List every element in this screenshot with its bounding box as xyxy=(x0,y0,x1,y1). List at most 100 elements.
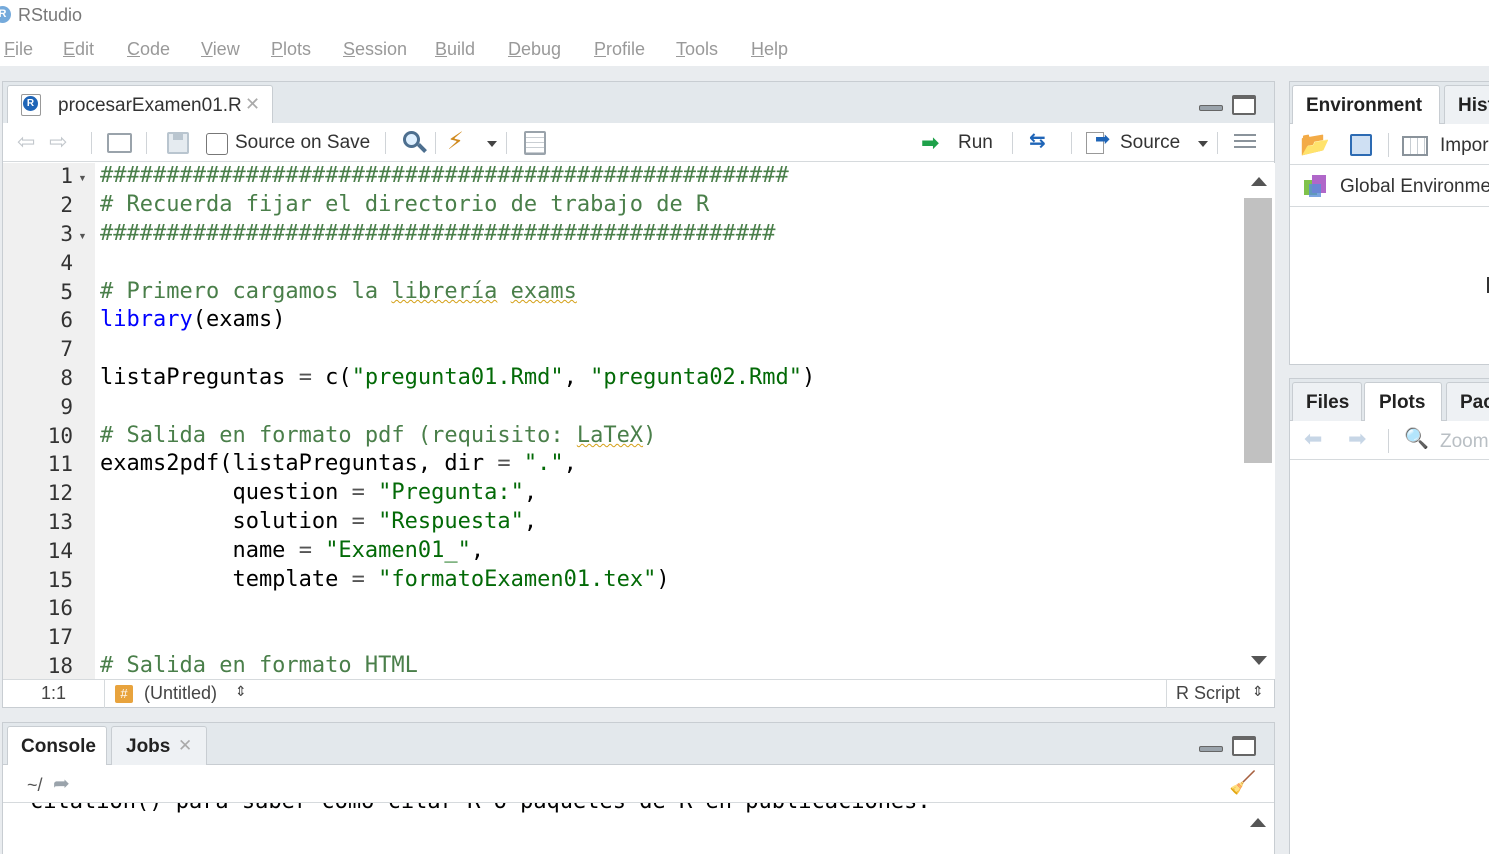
files-plots-pane: Files Plots Pac ⬅ ➡ 🔍 Zoom xyxy=(1289,378,1489,854)
line-number: 18 xyxy=(47,654,73,678)
updown-icon[interactable]: ⇕ xyxy=(1252,683,1264,700)
go-to-directory-icon[interactable]: ➦ xyxy=(53,771,70,796)
compile-report-icon[interactable] xyxy=(524,131,546,155)
environment-scope-selector[interactable]: Global Environme xyxy=(1340,176,1489,198)
tab-procesarexamen01[interactable]: R procesarExamen01.R ✕ xyxy=(7,85,273,124)
zoom-button[interactable]: Zoom xyxy=(1440,431,1489,453)
line-number: 6 xyxy=(60,308,73,332)
menu-help[interactable]: Help xyxy=(751,39,788,60)
save-icon[interactable] xyxy=(167,132,189,154)
editor-status-bar: 1:1 # (Untitled) ⇕ R Script ⇕ xyxy=(3,679,1274,708)
menu-debug[interactable]: Debug xyxy=(508,39,561,60)
line-number: 14 xyxy=(47,539,73,563)
minimize-pane-button[interactable] xyxy=(1199,746,1223,752)
save-workspace-icon[interactable] xyxy=(1350,134,1372,156)
back-arrow-icon[interactable]: ⇦ xyxy=(17,129,35,155)
previous-plot-arrow-icon[interactable]: ⬅ xyxy=(1304,426,1322,452)
document-outline-icon[interactable] xyxy=(1234,134,1256,150)
tab-label: Files xyxy=(1306,392,1350,413)
show-in-window-icon[interactable] xyxy=(107,133,132,153)
line-number: 11 xyxy=(47,452,73,476)
tab-jobs[interactable]: Jobs ✕ xyxy=(111,726,207,765)
line-number: 8 xyxy=(60,366,73,390)
code-line: solution = "Respuesta", xyxy=(100,509,538,534)
menu-build[interactable]: Build xyxy=(435,39,475,60)
forward-arrow-icon[interactable]: ⇨ xyxy=(49,129,67,155)
tab-label: Plots xyxy=(1379,392,1426,413)
menu-plots[interactable]: Plots xyxy=(271,39,311,60)
environment-cube-icon xyxy=(1304,175,1326,197)
tab-label: Environment xyxy=(1306,95,1423,116)
line-number: 17 xyxy=(47,625,73,649)
rerun-icon[interactable]: ⇆ xyxy=(1029,128,1046,153)
magic-wand-icon[interactable]: ⚡ xyxy=(447,127,464,156)
run-button[interactable]: Run xyxy=(958,132,993,154)
code-line: ########################################… xyxy=(100,163,789,188)
source-dropdown-icon[interactable] xyxy=(1198,141,1208,147)
cursor-position: 1:1 xyxy=(41,683,67,703)
scrollbar-thumb[interactable] xyxy=(1244,198,1272,463)
menu-tools[interactable]: Tools xyxy=(676,39,718,60)
r-file-icon: R xyxy=(21,94,41,116)
maximize-pane-button[interactable] xyxy=(1232,736,1256,756)
minimize-pane-button[interactable] xyxy=(1199,105,1223,111)
menu-file[interactable]: File xyxy=(4,39,33,60)
run-arrow-icon[interactable]: ➡ xyxy=(921,130,939,156)
file-type-selector[interactable]: R Script xyxy=(1176,683,1240,704)
tab-environment[interactable]: Environment xyxy=(1292,85,1440,124)
plots-toolbar: ⬅ ➡ 🔍 Zoom xyxy=(1290,421,1489,460)
console-line: citation() para saber cómo citar R o paq… xyxy=(30,803,931,814)
environment-scope-bar: Global Environme xyxy=(1290,166,1489,207)
close-icon[interactable]: ✕ xyxy=(178,736,192,756)
line-number: 1 xyxy=(60,164,73,188)
scroll-up-arrow-icon[interactable] xyxy=(1250,818,1266,827)
scroll-up-arrow-icon[interactable] xyxy=(1251,177,1267,186)
line-number: 12 xyxy=(47,481,73,505)
editor-toolbar: ⇦ ⇨ Source on Save ⚡ ➡ Run ⇆ ➡ Source xyxy=(3,123,1274,162)
scroll-down-arrow-icon[interactable] xyxy=(1251,656,1267,665)
search-icon[interactable] xyxy=(403,131,427,153)
console-output[interactable]: citation() para saber cómo citar R o paq… xyxy=(3,803,1240,854)
tab-history[interactable]: Hist xyxy=(1444,85,1489,124)
line-number: 5 xyxy=(60,280,73,304)
hash-icon: # xyxy=(115,685,133,703)
code-line: question = "Pregunta:", xyxy=(100,480,538,505)
next-plot-arrow-icon[interactable]: ➡ xyxy=(1348,426,1366,452)
menu-code[interactable]: Code xyxy=(127,39,170,60)
menu-profile[interactable]: Profile xyxy=(594,39,645,60)
tab-label: procesarExamen01.R xyxy=(58,95,242,116)
menu-edit[interactable]: Edit xyxy=(63,39,94,60)
code-line: template = "formatoExamen01.tex") xyxy=(100,567,670,592)
environment-tab-strip: Environment Hist xyxy=(1290,82,1489,124)
close-icon[interactable]: ✕ xyxy=(245,94,260,115)
tab-plots[interactable]: Plots xyxy=(1364,382,1442,421)
import-dataset-button[interactable]: Impor xyxy=(1440,135,1489,157)
import-dataset-icon[interactable] xyxy=(1402,136,1428,156)
rstudio-logo-icon: R xyxy=(0,6,11,23)
scope-selector[interactable]: (Untitled) xyxy=(144,683,217,704)
tab-files[interactable]: Files xyxy=(1292,382,1362,421)
app-title: RStudio xyxy=(18,5,83,25)
menu-session[interactable]: Session xyxy=(343,39,407,60)
editor-scrollbar[interactable] xyxy=(1241,163,1275,679)
source-button[interactable]: Source xyxy=(1120,132,1180,154)
load-workspace-icon[interactable]: 📂 xyxy=(1300,130,1330,159)
wand-dropdown-icon[interactable] xyxy=(487,141,497,147)
source-on-save-checkbox[interactable] xyxy=(206,133,228,155)
menu-view[interactable]: View xyxy=(201,39,240,60)
tab-packages[interactable]: Pac xyxy=(1446,382,1489,421)
updown-icon[interactable]: ⇕ xyxy=(235,683,247,700)
tab-console[interactable]: Console xyxy=(7,726,107,765)
line-number: 2 xyxy=(60,193,73,217)
source-editor-pane: R procesarExamen01.R ✕ ⇦ ⇨ Source on Sav… xyxy=(2,81,1275,708)
line-number-gutter: 1 ▼ 2 3 ▼ 4 5 6 7 8 9 10 11 12 13 14 15 … xyxy=(3,163,95,679)
clear-console-broom-icon[interactable]: 🧹 xyxy=(1229,770,1256,796)
code-line: # Recuerda fijar el directorio de trabaj… xyxy=(100,192,710,217)
title-bar: R RStudio xyxy=(0,0,1489,32)
fold-arrow-icon[interactable]: ▼ xyxy=(78,231,87,241)
zoom-icon[interactable]: 🔍 xyxy=(1404,426,1429,451)
maximize-pane-button[interactable] xyxy=(1232,95,1256,115)
fold-arrow-icon[interactable]: ▼ xyxy=(78,173,87,183)
console-pane: Console Jobs ✕ ~/ ➦ 🧹 citation() para sa… xyxy=(2,722,1275,854)
code-editor[interactable]: 1 ▼ 2 3 ▼ 4 5 6 7 8 9 10 11 12 13 14 15 … xyxy=(3,163,1240,679)
